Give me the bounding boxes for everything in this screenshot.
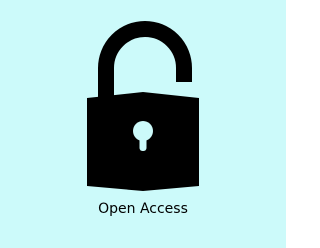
open-access-label: Open Access — [98, 201, 188, 217]
open-access-card: Open Access — [0, 0, 286, 248]
